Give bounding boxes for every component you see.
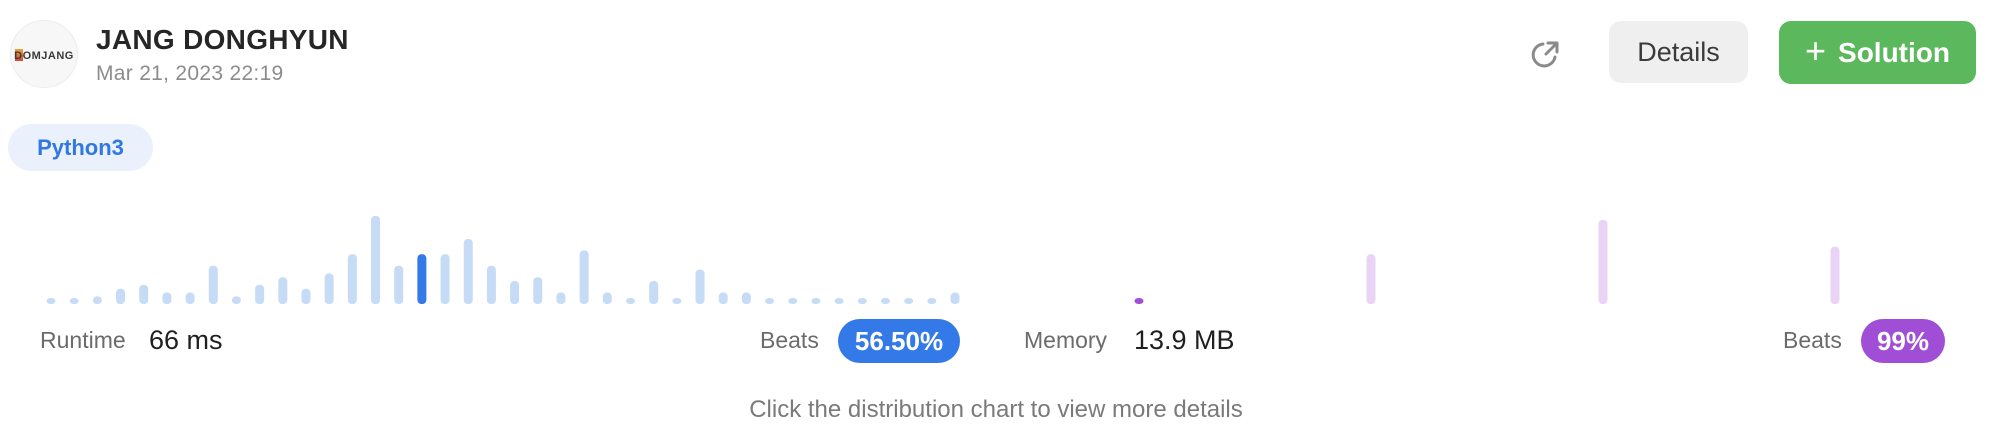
memory-label: Memory bbox=[1024, 327, 1108, 353]
runtime-value: 66 ms bbox=[149, 325, 223, 355]
runtime-bar[interactable] bbox=[672, 298, 682, 304]
add-solution-button[interactable]: + Solution bbox=[1779, 21, 1976, 84]
runtime-bar[interactable] bbox=[695, 269, 705, 304]
runtime-bar[interactable] bbox=[463, 238, 473, 304]
memory-bar[interactable] bbox=[1598, 219, 1608, 304]
runtime-bar[interactable] bbox=[741, 292, 751, 304]
runtime-beats-badge: 56.50% bbox=[838, 319, 960, 363]
user-name[interactable]: JANG DONGHYUN bbox=[96, 24, 349, 56]
details-button[interactable]: Details bbox=[1609, 21, 1748, 83]
memory-bar-selected[interactable] bbox=[1134, 298, 1144, 304]
runtime-bar[interactable] bbox=[788, 298, 798, 304]
runtime-bar[interactable] bbox=[371, 216, 381, 304]
runtime-label: Runtime bbox=[40, 327, 126, 353]
runtime-bar[interactable] bbox=[950, 292, 960, 304]
runtime-bar[interactable] bbox=[301, 288, 311, 304]
memory-distribution-chart[interactable] bbox=[1134, 219, 1840, 304]
runtime-bar[interactable] bbox=[718, 292, 728, 304]
runtime-bar[interactable] bbox=[440, 254, 450, 304]
runtime-bar[interactable] bbox=[185, 292, 195, 304]
runtime-bar[interactable] bbox=[162, 292, 172, 304]
distribution-charts[interactable] bbox=[0, 196, 1992, 308]
runtime-bar[interactable] bbox=[116, 288, 126, 304]
runtime-bar[interactable] bbox=[510, 281, 520, 304]
runtime-bar[interactable] bbox=[69, 298, 79, 304]
memory-beats-label: Beats bbox=[1783, 327, 1842, 353]
language-tag: Python3 bbox=[8, 124, 153, 171]
chart-hint-text: Click the distribution chart to view mor… bbox=[749, 396, 1243, 423]
runtime-bar[interactable] bbox=[278, 277, 288, 304]
avatar[interactable]: DOMJANG bbox=[10, 20, 78, 88]
runtime-distribution-chart[interactable] bbox=[46, 216, 960, 304]
runtime-bar[interactable] bbox=[626, 298, 635, 304]
runtime-bar[interactable] bbox=[139, 284, 149, 304]
runtime-bar[interactable] bbox=[579, 250, 589, 304]
runtime-bar[interactable] bbox=[46, 298, 56, 304]
runtime-bar-selected[interactable] bbox=[417, 254, 427, 304]
runtime-bar[interactable] bbox=[394, 265, 404, 304]
runtime-bar[interactable] bbox=[811, 298, 821, 304]
runtime-bar[interactable] bbox=[834, 298, 844, 304]
runtime-bar[interactable] bbox=[92, 296, 102, 304]
memory-beats-badge: 99% bbox=[1861, 319, 1945, 363]
runtime-bar[interactable] bbox=[904, 298, 914, 304]
runtime-bar[interactable] bbox=[649, 281, 659, 304]
runtime-bar[interactable] bbox=[255, 284, 265, 304]
runtime-bar[interactable] bbox=[765, 298, 775, 304]
memory-bar[interactable] bbox=[1366, 254, 1376, 304]
solution-button-label: Solution bbox=[1838, 36, 1950, 68]
runtime-bar[interactable] bbox=[347, 254, 357, 304]
memory-value: 13.9 MB bbox=[1134, 325, 1235, 355]
submission-date: Mar 21, 2023 22:19 bbox=[96, 62, 284, 85]
runtime-bar[interactable] bbox=[324, 273, 334, 304]
external-share-icon bbox=[1531, 41, 1559, 68]
share-button[interactable] bbox=[1520, 30, 1570, 80]
runtime-bar[interactable] bbox=[556, 292, 566, 304]
memory-bar[interactable] bbox=[1830, 246, 1840, 304]
runtime-bar[interactable] bbox=[602, 292, 612, 304]
avatar-logo-text: DOMJANG bbox=[14, 50, 74, 62]
runtime-bar[interactable] bbox=[857, 298, 867, 304]
runtime-bar[interactable] bbox=[486, 265, 496, 304]
runtime-bar[interactable] bbox=[880, 298, 890, 304]
runtime-bar[interactable] bbox=[927, 298, 937, 304]
runtime-bar[interactable] bbox=[208, 265, 218, 304]
runtime-bar[interactable] bbox=[231, 296, 241, 304]
plus-icon: + bbox=[1804, 29, 1827, 71]
runtime-bar[interactable] bbox=[533, 277, 543, 304]
runtime-beats-label: Beats bbox=[760, 327, 819, 353]
